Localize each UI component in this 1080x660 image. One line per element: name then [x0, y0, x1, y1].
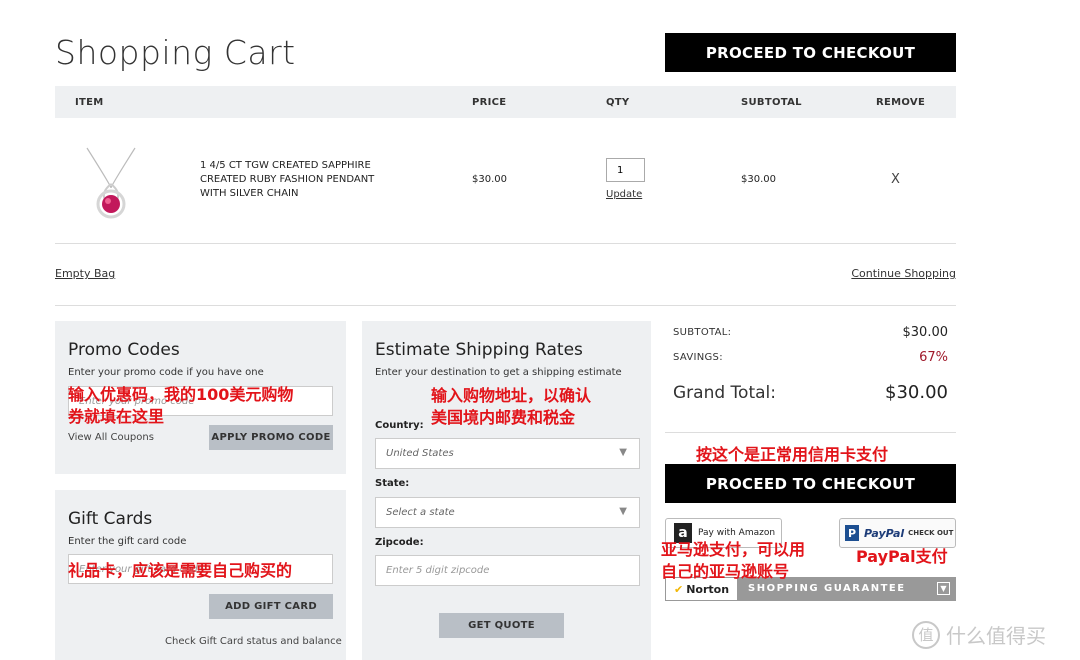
continue-shopping-link[interactable]: Continue Shopping [851, 267, 956, 280]
promo-title: Promo Codes [68, 340, 180, 360]
gift-subtitle: Enter the gift card code [68, 536, 187, 547]
shipping-panel: Estimate Shipping Rates Enter your desti… [362, 321, 651, 660]
annotation-gift-card: 礼品卡，应该是需要自己购买的 [68, 561, 293, 580]
update-link[interactable]: Update [606, 189, 642, 200]
checkmark-icon: ✔ [674, 582, 684, 596]
divider [55, 305, 956, 306]
column-remove: REMOVE [876, 97, 926, 108]
annotation-shipping: 输入购物地址，以确认 美国境内邮费和税金 [431, 385, 591, 429]
watermark-text: 什么值得买 [946, 624, 1046, 648]
subtotal-value: $30.00 [902, 325, 949, 340]
chevron-down-icon: ▼ [619, 447, 627, 458]
quantity-input[interactable] [606, 158, 645, 182]
annotation-amazon-line1: 亚马逊支付，可以用 [661, 540, 806, 559]
remove-button[interactable]: X [891, 172, 900, 187]
paypal-label: PayPal [864, 526, 905, 540]
page-title: Shopping Cart [55, 33, 296, 72]
shipping-subtitle: Enter your destination to get a shipping… [375, 367, 622, 378]
apply-promo-code-button[interactable]: APPLY PROMO CODE [209, 425, 333, 450]
divider [665, 432, 956, 433]
state-select[interactable]: Select a state ▼ [375, 497, 640, 528]
gift-title: Gift Cards [68, 509, 153, 529]
empty-bag-link[interactable]: Empty Bag [55, 267, 115, 280]
annotation-shipping-line2: 美国境内邮费和税金 [431, 408, 576, 427]
paypal-logo-icon: P [845, 525, 859, 541]
product-name[interactable]: 1 4/5 CT TGW CREATED SAPPHIRE CREATED RU… [200, 159, 400, 201]
paypal-checkout-button[interactable]: P PayPal CHECK OUT [839, 518, 956, 548]
annotation-promo-line1: 输入优惠码，我的100美元购物 [68, 385, 294, 404]
table-row: 1 4/5 CT TGW CREATED SAPPHIRE CREATED RU… [55, 118, 956, 244]
shipping-title: Estimate Shipping Rates [375, 340, 583, 360]
column-qty: QTY [606, 97, 630, 108]
annotation-credit-card: 按这个是正常用信用卡支付 [696, 445, 889, 464]
savings-value: 67% [919, 350, 948, 365]
promo-subtitle: Enter your promo code if you have one [68, 367, 264, 378]
view-all-coupons-link[interactable]: View All Coupons [68, 432, 154, 443]
proceed-to-checkout-button[interactable]: PROCEED TO CHECKOUT [665, 464, 956, 503]
subtotal-label: SUBTOTAL: [673, 327, 732, 338]
country-label: Country: [375, 420, 424, 431]
amazon-label: Pay with Amazon [698, 528, 776, 538]
country-select[interactable]: United States ▼ [375, 438, 640, 469]
product-subtotal: $30.00 [741, 174, 776, 185]
zipcode-input[interactable]: Enter 5 digit zipcode [375, 555, 640, 586]
proceed-to-checkout-button-top[interactable]: PROCEED TO CHECKOUT [665, 33, 956, 72]
watermark-logo: 值 [912, 620, 940, 649]
watermark: 值 什么值得买 [912, 620, 1046, 649]
zipcode-label: Zipcode: [375, 537, 424, 548]
norton-brand: Norton [686, 582, 730, 596]
column-subtotal: SUBTOTAL [741, 97, 802, 108]
column-price: PRICE [472, 97, 507, 108]
product-image[interactable] [79, 146, 143, 226]
country-value: United States [386, 448, 454, 459]
state-value: Select a state [386, 507, 455, 518]
annotation-promo: 输入优惠码，我的100美元购物 券就填在这里 [68, 384, 293, 428]
add-gift-card-button[interactable]: ADD GIFT CARD [209, 594, 333, 619]
state-label: State: [375, 478, 410, 489]
annotation-shipping-line1: 输入购物地址，以确认 [431, 386, 592, 405]
chevron-down-icon[interactable]: ▼ [937, 582, 950, 595]
check-gift-card-link[interactable]: Check Gift Card status and balance [165, 636, 342, 647]
column-item: ITEM [75, 97, 104, 108]
get-quote-button[interactable]: GET QUOTE [439, 613, 564, 638]
annotation-promo-line2: 券就填在这里 [68, 407, 165, 426]
annotation-amazon: 亚马逊支付，可以用 自己的亚马逊账号 [661, 539, 805, 583]
chevron-down-icon: ▼ [619, 506, 627, 517]
norton-text: SHOPPING GUARANTEE [748, 583, 906, 594]
grand-total-value: $30.00 [885, 382, 948, 403]
product-price: $30.00 [472, 174, 507, 185]
paypal-checkout-label: CHECK OUT [908, 529, 954, 537]
annotation-paypal: PayPal支付 [856, 547, 948, 566]
cart-table-header: ITEM PRICE QTY SUBTOTAL REMOVE [55, 86, 956, 118]
grand-total-label: Grand Total: [673, 383, 776, 403]
savings-label: SAVINGS: [673, 352, 723, 363]
annotation-amazon-line2: 自己的亚马逊账号 [661, 562, 790, 581]
